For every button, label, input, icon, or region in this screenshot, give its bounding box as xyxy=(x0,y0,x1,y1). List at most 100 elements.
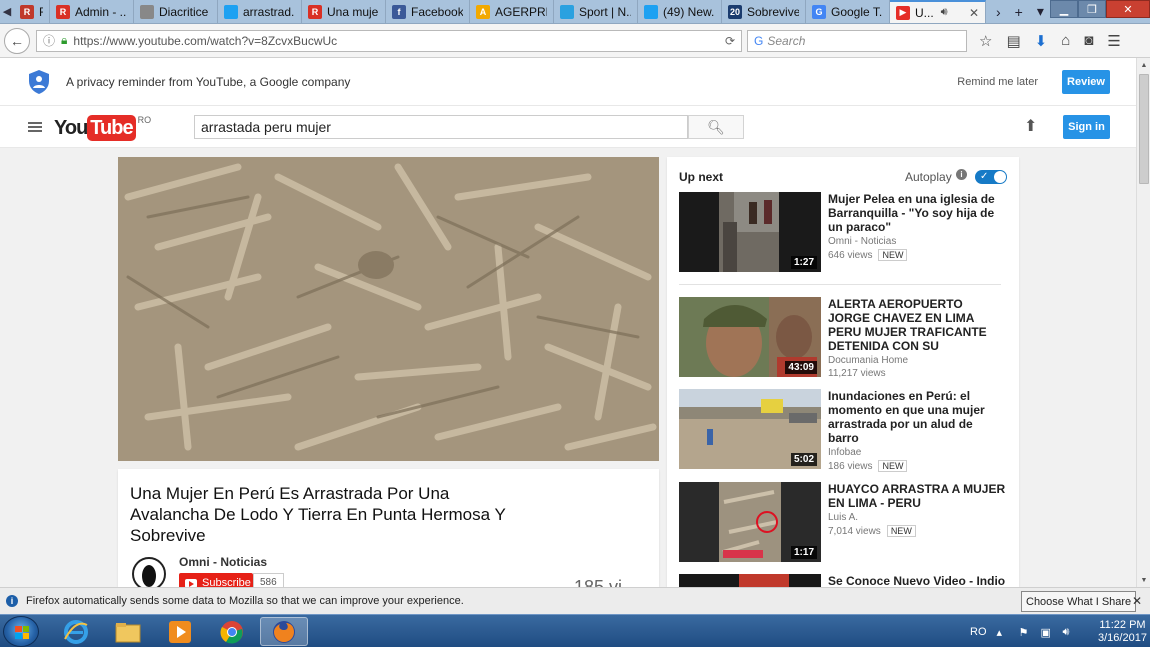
toggle-knob xyxy=(994,171,1006,183)
tab-favicon-icon: R xyxy=(56,4,70,19)
remind-later-link[interactable]: Remind me later xyxy=(957,76,1038,88)
video-thumbnail[interactable]: 1:17 xyxy=(679,482,821,562)
video-item-title[interactable]: Inundaciones en Perú: el momento en que … xyxy=(828,389,1006,445)
video-item-title[interactable]: HUAYCO ARRASTRA A MUJER EN LIMA - PERU xyxy=(828,482,1006,510)
tab-audio-icon[interactable]: 🔊︎ xyxy=(941,6,948,19)
folder-icon xyxy=(115,622,141,642)
video-thumbnail[interactable]: 5:02 xyxy=(679,389,821,469)
chrome-logo-icon xyxy=(220,620,243,644)
browser-tab[interactable]: R R... xyxy=(14,0,50,23)
home-icon[interactable]: ⌂ xyxy=(1061,32,1070,50)
list-item[interactable]: 5:02 Inundaciones en Perú: el momento en… xyxy=(679,389,1009,472)
list-item[interactable]: 43:09 ALERTA AEROPUERTO JORGE CHAVEZ EN … xyxy=(679,297,1009,379)
scroll-down-icon[interactable]: ▼ xyxy=(1137,573,1150,587)
guide-menu-icon[interactable] xyxy=(28,122,42,132)
new-tab-icon[interactable]: + xyxy=(1015,4,1023,20)
scroll-up-icon[interactable]: ▲ xyxy=(1137,58,1150,72)
browser-tab[interactable]: ▶ U... 🔊︎ ✕ xyxy=(890,0,986,23)
menu-icon[interactable]: ☰ xyxy=(1107,32,1120,50)
video-item-views: 7,014 views NEW xyxy=(828,525,1006,537)
tab-scroll-left-icon[interactable]: ◀ xyxy=(0,0,14,23)
list-item[interactable]: Se Conoce Nuevo Video - Indio xyxy=(679,574,1009,587)
autoplay-toggle[interactable]: ✓ xyxy=(975,170,1007,184)
downloads-icon[interactable]: ⬇ xyxy=(1035,32,1048,50)
notification-message: Firefox automatically sends some data to… xyxy=(26,595,464,607)
browser-tab[interactable]: arrastrad... xyxy=(218,0,302,23)
info-circle-icon[interactable]: ⓘ xyxy=(43,32,55,49)
tab-favicon-icon xyxy=(224,4,238,19)
volume-icon[interactable]: 🔊︎ xyxy=(1063,626,1075,638)
video-item-views: 646 views NEW xyxy=(828,249,1006,261)
video-title: Una Mujer En Perú Es Arrastrada Por Una … xyxy=(130,484,506,545)
autoplay-info-icon[interactable]: i xyxy=(956,169,967,180)
video-item-title[interactable]: Se Conoce Nuevo Video - Indio xyxy=(828,574,1006,587)
search-button[interactable]: 🔍︎ xyxy=(688,115,744,139)
browser-tab[interactable]: A AGERPRE... xyxy=(470,0,554,23)
list-item[interactable]: 1:17 HUAYCO ARRASTRA A MUJER EN LIMA - P… xyxy=(679,482,1009,562)
browser-tab[interactable]: R Una muje... xyxy=(302,0,386,23)
search-input[interactable]: arrastada peru mujer xyxy=(194,115,688,139)
maximize-icon[interactable]: ❐ xyxy=(1078,0,1106,18)
tab-list-dropdown-icon[interactable]: ▾ xyxy=(1037,3,1044,20)
window-close-icon[interactable]: ✕ xyxy=(1106,0,1150,18)
list-item[interactable]: 1:27 Mujer Pelea en una iglesia de Barra… xyxy=(679,192,1009,272)
internet-explorer-icon[interactable] xyxy=(52,617,100,646)
upload-icon[interactable]: ⬆ xyxy=(1024,116,1037,136)
info-icon: i xyxy=(6,595,18,607)
page-scrollbar[interactable]: ▲ ▼ xyxy=(1136,58,1150,587)
browser-tab[interactable]: Diacritice (ăâî... xyxy=(134,0,218,23)
file-explorer-icon[interactable] xyxy=(104,617,152,646)
back-button[interactable]: ← xyxy=(4,27,30,54)
video-player[interactable] xyxy=(118,157,659,461)
video-thumbnail[interactable] xyxy=(679,574,821,587)
pocket-icon[interactable]: ◙ xyxy=(1084,32,1093,50)
video-item-title[interactable]: Mujer Pelea en una iglesia de Barranquil… xyxy=(828,192,1006,234)
logo-tube: Tube xyxy=(87,115,136,141)
browser-tab[interactable]: Sport | N... xyxy=(554,0,638,23)
minimize-icon[interactable]: ▁ xyxy=(1050,0,1078,18)
language-indicator[interactable]: RO xyxy=(970,626,987,638)
video-thumbnail[interactable]: 43:09 xyxy=(679,297,821,377)
firefox-icon[interactable] xyxy=(260,617,308,646)
tray-expand-icon[interactable]: ▴ xyxy=(997,626,1009,639)
tab-close-icon[interactable]: ✕ xyxy=(969,6,979,20)
choose-what-i-share-button[interactable]: Choose What I Share xyxy=(1021,591,1137,612)
scrollbar-thumb[interactable] xyxy=(1139,74,1149,184)
close-icon[interactable]: ✕ xyxy=(1132,594,1142,608)
review-button[interactable]: Review xyxy=(1062,70,1110,94)
youtube-logo[interactable]: You Tube RO xyxy=(54,115,151,141)
clock[interactable]: 11:22 PM 3/16/2017 xyxy=(1098,619,1147,645)
search-engine-icon[interactable]: G xyxy=(754,34,763,48)
network-icon[interactable]: ▣ xyxy=(1041,626,1053,639)
reload-icon[interactable]: ⟳ xyxy=(725,34,735,48)
tab-title: (49) New... xyxy=(663,4,715,19)
browser-search-placeholder: Search xyxy=(767,33,806,48)
views-text: 7,014 views xyxy=(828,525,881,537)
channel-avatar[interactable] xyxy=(132,557,166,591)
browser-tab[interactable]: f Facebook xyxy=(386,0,470,23)
browser-search-box[interactable]: G Search xyxy=(747,29,967,52)
reading-list-icon[interactable]: ▤ xyxy=(1006,32,1020,50)
windows-taskbar: RO ▴ ⚑ ▣ 🔊︎ 11:22 PM 3/16/2017 xyxy=(0,614,1150,647)
video-thumbnail[interactable]: 1:27 xyxy=(679,192,821,272)
clock-date: 3/16/2017 xyxy=(1098,632,1147,644)
browser-tab[interactable]: 20 Sobrevive... xyxy=(722,0,806,23)
browser-tab[interactable]: R Admin - ... xyxy=(50,0,134,23)
media-player-icon[interactable] xyxy=(156,617,204,646)
tab-title: U... xyxy=(915,5,934,20)
browser-tab[interactable]: (49) New... xyxy=(638,0,722,23)
channel-name[interactable]: Omni - Noticias xyxy=(179,555,267,569)
url-bar[interactable]: ⓘ 🔒︎ https://www.youtube.com/watch?v=8Zc… xyxy=(36,29,742,52)
url-text[interactable]: https://www.youtube.com/watch?v=8ZcvxBuc… xyxy=(73,34,719,48)
tab-favicon-icon: R xyxy=(20,4,34,19)
search-icon: 🔍︎ xyxy=(707,118,725,135)
sign-in-button[interactable]: Sign in xyxy=(1063,115,1110,139)
video-item-title[interactable]: ALERTA AEROPUERTO JORGE CHAVEZ EN LIMA P… xyxy=(828,297,1006,353)
tab-scroll-right-icon[interactable]: › xyxy=(996,4,1001,20)
browser-tab[interactable]: G Google T... xyxy=(806,0,890,23)
action-center-flag-icon[interactable]: ⚑ xyxy=(1019,626,1031,639)
chrome-icon[interactable] xyxy=(208,617,256,646)
thumbnail-image xyxy=(679,574,821,587)
bookmark-star-icon[interactable]: ☆ xyxy=(979,32,992,50)
start-button[interactable] xyxy=(3,616,39,647)
